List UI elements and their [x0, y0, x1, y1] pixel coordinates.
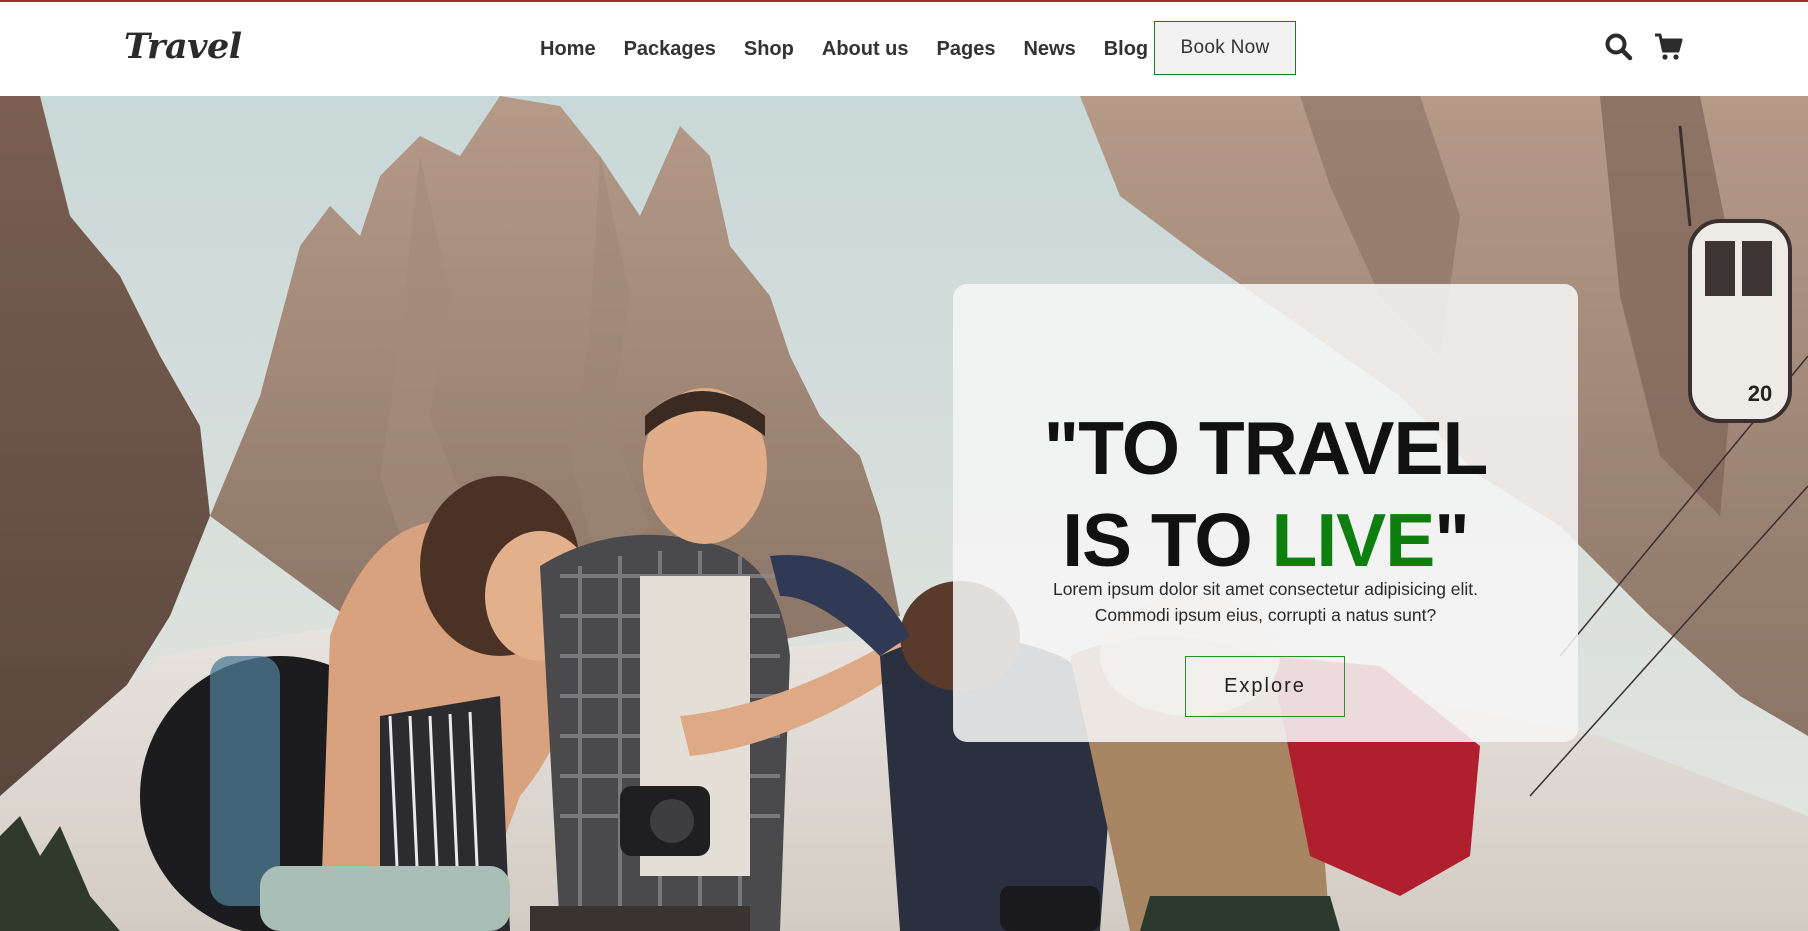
quote-end-mark: ": [1434, 498, 1470, 582]
nav-about-us[interactable]: About us: [822, 38, 909, 61]
hero-quote: "TO TRAVEL IS TO LIVE": [953, 402, 1578, 586]
hero-section: 20 "TO TRAVEL IS TO LIVE" Lorem ipsum do…: [0, 96, 1808, 931]
book-now-button[interactable]: Book Now: [1154, 21, 1296, 75]
quote-line-1: "TO TRAVEL: [1043, 406, 1489, 490]
description-line-1: Lorem ipsum dolor sit amet consectetur a…: [1052, 579, 1479, 599]
explore-button[interactable]: Explore: [1185, 656, 1345, 717]
nav-pages[interactable]: Pages: [937, 38, 996, 61]
nav-home[interactable]: Home: [540, 38, 596, 61]
quote-line-2-text: IS TO: [1062, 498, 1272, 582]
brand-logo[interactable]: Travel: [124, 26, 242, 67]
quote-highlight: LIVE: [1271, 498, 1436, 582]
cable-car-number: 20: [1748, 381, 1772, 406]
cart-icon[interactable]: [1654, 32, 1684, 62]
search-icon[interactable]: [1604, 32, 1634, 62]
hero-quote-card: "TO TRAVEL IS TO LIVE" Lorem ipsum dolor…: [953, 284, 1578, 742]
nav-blog[interactable]: Blog: [1104, 38, 1148, 61]
nav-packages[interactable]: Packages: [624, 38, 716, 61]
nav-news[interactable]: News: [1023, 38, 1075, 61]
quote-line-2: IS TO LIVE": [953, 494, 1578, 586]
hero-description: Lorem ipsum dolor sit amet consectetur a…: [953, 576, 1578, 628]
main-nav: Home Packages Shop About us Pages News B…: [526, 2, 1162, 96]
navbar: Travel Home Packages Shop About us Pages…: [0, 2, 1808, 96]
nav-shop[interactable]: Shop: [744, 38, 794, 61]
cable-car-illustration: 20: [1688, 219, 1792, 423]
description-line-2: Commodi ipsum eius, corrupti a natus sun…: [1094, 605, 1437, 625]
